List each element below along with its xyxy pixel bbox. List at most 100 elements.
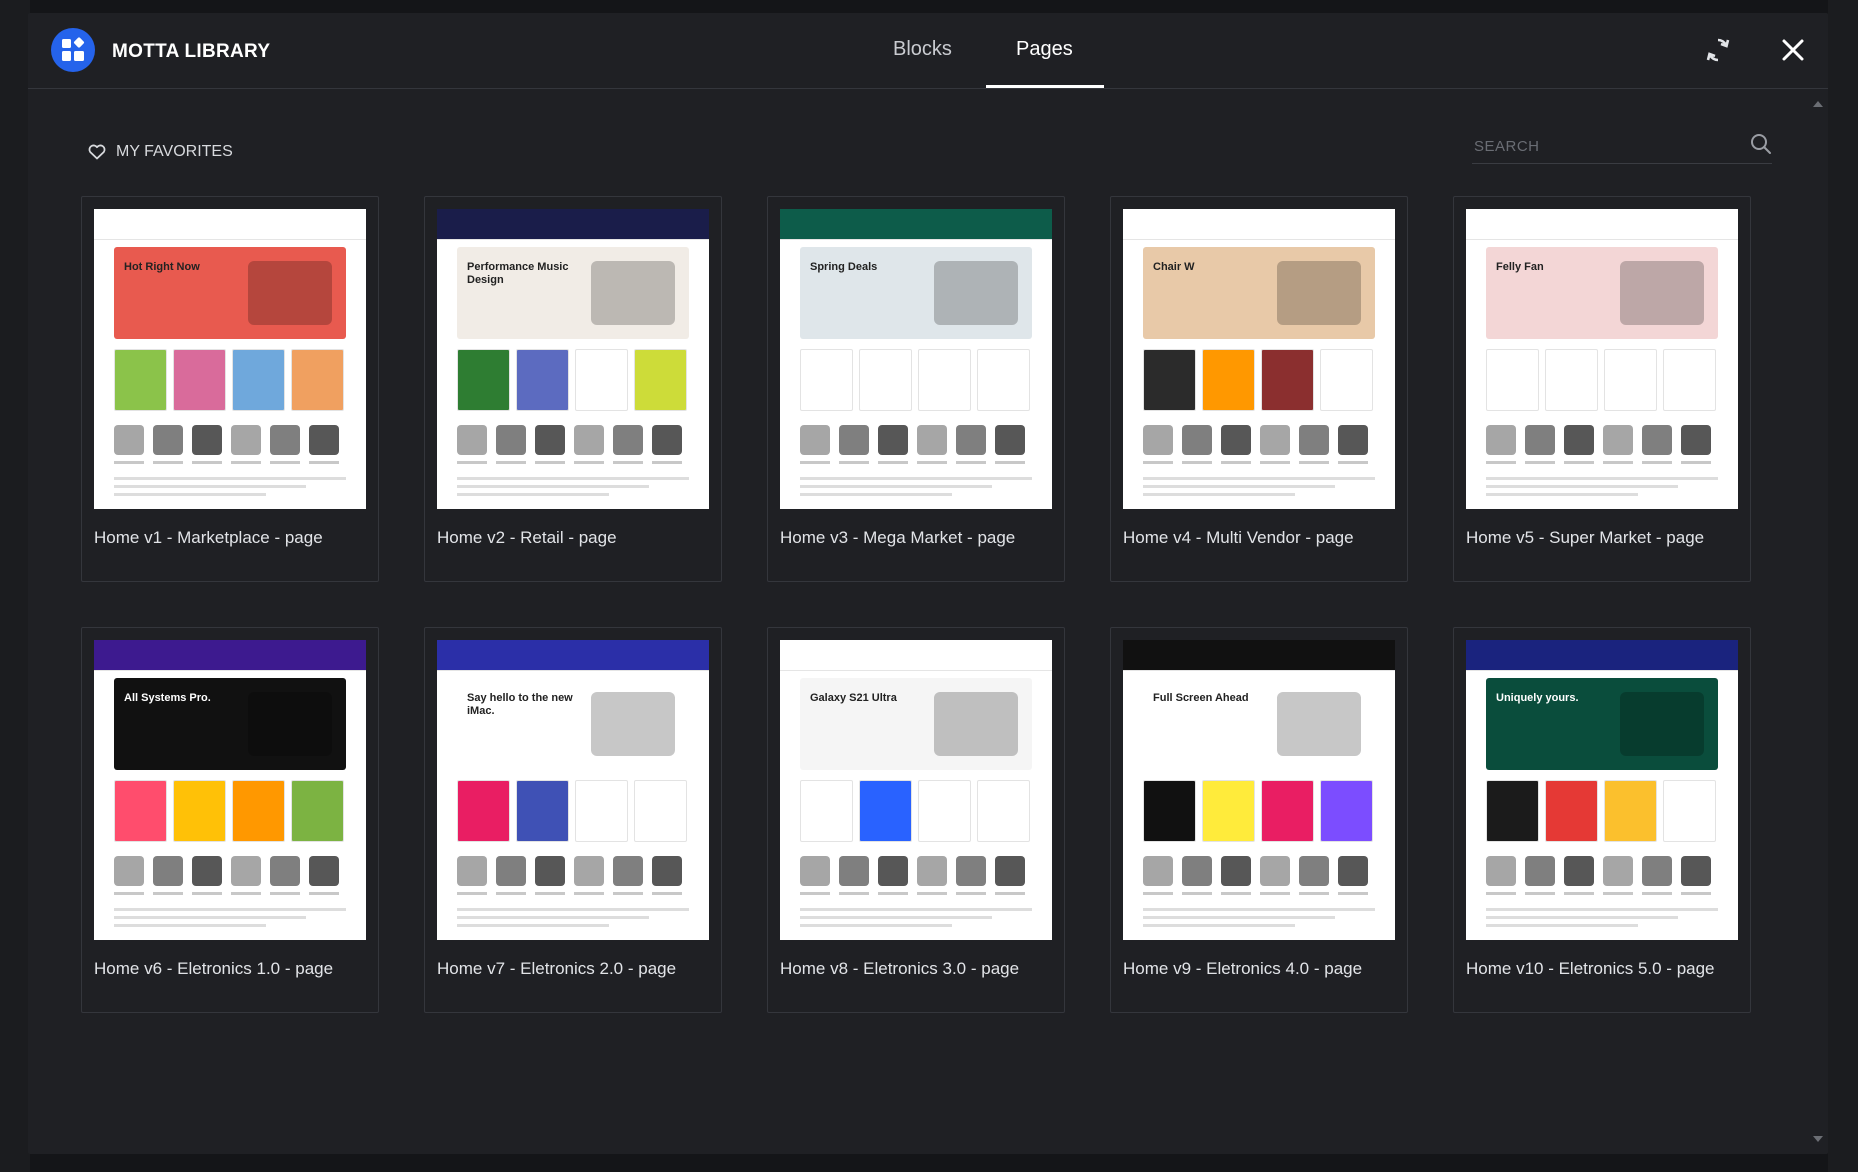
thumb-nav-bar — [780, 640, 1052, 671]
template-card[interactable]: Say hello to the new iMac. Home v7 - Elet… — [424, 627, 722, 1013]
thumb-product-item — [270, 856, 300, 886]
thumb-text-line — [1143, 493, 1295, 496]
thumb-product-caption — [956, 461, 986, 464]
template-card[interactable]: Hot Right Now Home v1 - Marketplace - pag… — [81, 196, 379, 582]
thumb-product-caption — [270, 892, 300, 895]
search-icon[interactable] — [1750, 133, 1772, 155]
thumb-feature-tile — [1261, 780, 1314, 842]
thumb-text-line — [114, 916, 306, 919]
thumb-product-item — [1486, 425, 1516, 455]
thumb-product-item — [1681, 425, 1711, 455]
thumb-nav-bar — [1466, 209, 1738, 240]
scroll-track[interactable] — [1814, 115, 1822, 1125]
thumb-text-line — [114, 924, 266, 927]
thumb-hero-text: Say hello to the new iMac. — [467, 692, 573, 717]
template-thumbnail[interactable]: Spring Deals — [780, 209, 1052, 509]
search-input[interactable] — [1472, 133, 1736, 159]
thumb-product-item — [574, 856, 604, 886]
thumb-product-item — [535, 425, 565, 455]
thumb-hero-banner: Spring Deals — [800, 247, 1032, 339]
scrollbar[interactable] — [1808, 89, 1828, 1154]
template-card[interactable]: All Systems Pro. Home v6 - Eletronics 1.0… — [81, 627, 379, 1013]
thumb-feature-tile — [291, 349, 344, 411]
thumb-feature-tile — [918, 780, 971, 842]
thumb-product-caption — [457, 461, 487, 464]
thumb-product-caption — [192, 461, 222, 464]
template-card[interactable]: Performance Music Design Home v2 - Retail… — [424, 196, 722, 582]
template-card[interactable]: Spring Deals Home v3 - Mega Market - page — [767, 196, 1065, 582]
template-thumbnail[interactable]: Felly Fan — [1466, 209, 1738, 509]
template-thumbnail[interactable]: Full Screen Ahead — [1123, 640, 1395, 940]
my-favorites-filter[interactable]: MY FAVORITES — [88, 143, 233, 161]
thumb-text-line — [1486, 477, 1718, 480]
thumb-product-item — [613, 425, 643, 455]
thumb-product-caption — [1603, 892, 1633, 895]
thumb-feature-tile — [1604, 780, 1657, 842]
template-card[interactable]: Uniquely yours. Home v10 - Eletronics 5.0… — [1453, 627, 1751, 1013]
thumb-product-caption — [1338, 892, 1368, 895]
thumb-product-caption — [652, 892, 682, 895]
thumb-product-caption — [1260, 461, 1290, 464]
tab-blocks[interactable]: Blocks — [893, 38, 952, 61]
thumb-text-line — [114, 908, 346, 911]
template-card[interactable]: Felly Fan Home v5 - Super Market - page — [1453, 196, 1751, 582]
thumb-product-caption — [309, 892, 339, 895]
thumb-feature-tile — [1486, 780, 1539, 842]
template-thumbnail[interactable]: Chair W — [1123, 209, 1395, 509]
template-thumbnail[interactable]: Say hello to the new iMac. — [437, 640, 709, 940]
thumb-text-line — [800, 908, 1032, 911]
template-card[interactable]: Chair W Home v4 - Multi Vendor - page — [1110, 196, 1408, 582]
template-thumbnail[interactable]: Uniquely yours. — [1466, 640, 1738, 940]
thumb-product-item — [1603, 856, 1633, 886]
thumb-hero-banner: Hot Right Now — [114, 247, 346, 339]
template-thumbnail[interactable]: Performance Music Design — [437, 209, 709, 509]
thumb-product-caption — [956, 892, 986, 895]
scroll-up-arrow-icon[interactable] — [1813, 101, 1823, 107]
thumb-product-caption — [1642, 461, 1672, 464]
sync-icon[interactable] — [1705, 35, 1731, 70]
thumb-nav-bar — [437, 640, 709, 671]
thumb-product-caption — [878, 461, 908, 464]
thumb-hero-text: Full Screen Ahead — [1153, 692, 1249, 704]
thumb-product-item — [800, 856, 830, 886]
thumb-feature-tile — [516, 349, 569, 411]
thumb-product-caption — [1486, 892, 1516, 895]
thumb-product-caption — [613, 892, 643, 895]
thumb-feature-tile — [575, 780, 628, 842]
close-icon[interactable] — [1781, 38, 1805, 67]
template-card[interactable]: Galaxy S21 Ultra Home v8 - Eletronics 3.0… — [767, 627, 1065, 1013]
thumb-product-item — [917, 425, 947, 455]
thumb-hero-product — [591, 692, 675, 756]
thumb-hero-product — [248, 261, 332, 325]
template-title: Home v3 - Mega Market - page — [780, 528, 1016, 547]
scroll-down-arrow-icon[interactable] — [1813, 1136, 1823, 1142]
thumb-product-caption — [839, 461, 869, 464]
thumb-feature-tile — [516, 780, 569, 842]
thumb-nav-bar — [1123, 640, 1395, 671]
thumb-text-line — [457, 916, 649, 919]
app-title: MOTTA LIBRARY — [112, 41, 271, 62]
backdrop-right-strip — [1828, 0, 1858, 1172]
thumb-product-item — [800, 425, 830, 455]
thumb-feature-tile — [1545, 349, 1598, 411]
template-thumbnail[interactable]: Galaxy S21 Ultra — [780, 640, 1052, 940]
template-thumbnail[interactable]: All Systems Pro. — [94, 640, 366, 940]
thumb-hero-text: Hot Right Now — [124, 261, 200, 273]
thumb-text-line — [457, 493, 609, 496]
thumb-product-caption — [1681, 892, 1711, 895]
thumb-product-caption — [613, 461, 643, 464]
modal-header: MOTTA LIBRARY Blocks Pages — [28, 13, 1828, 89]
template-card[interactable]: Full Screen Ahead Home v9 - Eletronics 4.… — [1110, 627, 1408, 1013]
thumb-product-caption — [800, 461, 830, 464]
thumb-product-item — [1338, 425, 1368, 455]
thumb-product-caption — [114, 892, 144, 895]
tab-pages[interactable]: Pages — [1016, 38, 1073, 61]
thumb-product-caption — [114, 461, 144, 464]
thumb-text-line — [1486, 924, 1638, 927]
thumb-hero-banner: Say hello to the new iMac. — [457, 678, 689, 770]
thumb-product-caption — [1260, 892, 1290, 895]
template-title: Home v5 - Super Market - page — [1466, 528, 1705, 547]
thumb-product-item — [309, 425, 339, 455]
template-thumbnail[interactable]: Hot Right Now — [94, 209, 366, 509]
thumb-text-line — [800, 485, 992, 488]
